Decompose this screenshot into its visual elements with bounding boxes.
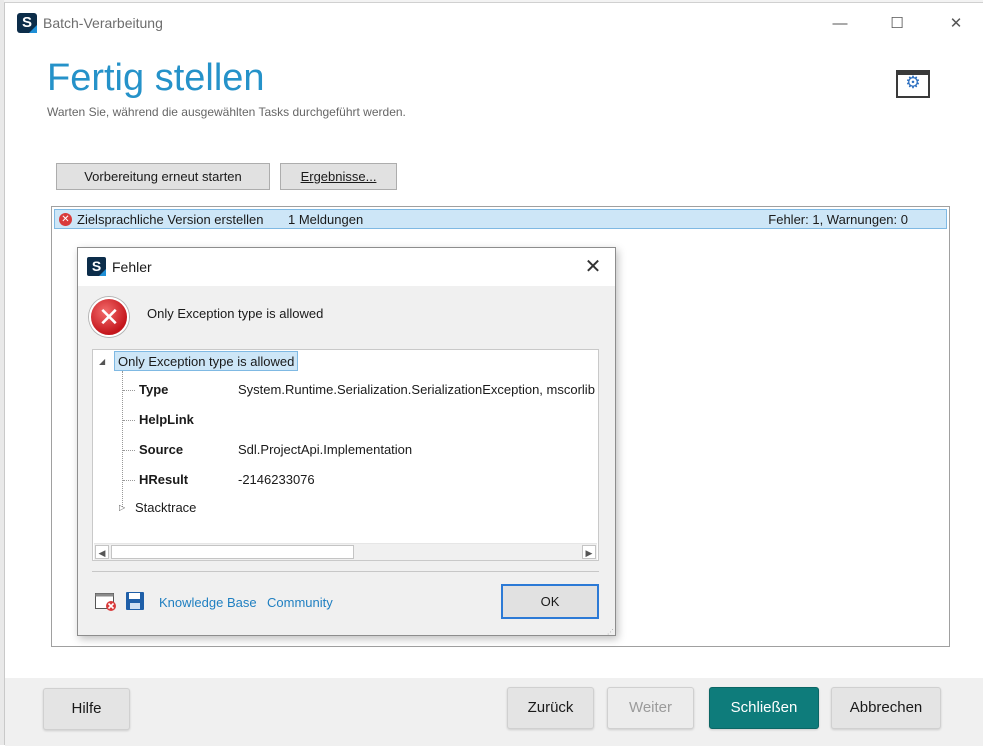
tree-root-node[interactable]: Only Exception type is allowed [114,351,299,371]
horizontal-scrollbar[interactable]: ◀ ▶ [94,543,597,560]
tree-branch [123,480,135,481]
scroll-right-icon[interactable]: ▶ [582,545,596,559]
stacktrace-node[interactable]: Stacktrace [135,500,196,515]
property-key: Source [139,442,184,457]
next-button[interactable]: Weiter [607,687,694,729]
dialog-titlebar [78,248,615,286]
page-subtitle: Warten Sie, während die ausgewählten Tas… [47,105,406,119]
property-value: System.Runtime.Serialization.Serializati… [238,382,595,397]
tree-guide-line [122,371,123,507]
property-value: Sdl.ProjectApi.Implementation [238,442,413,457]
results-button[interactable]: Ergebnisse... [280,163,397,190]
close-window-button[interactable]: ✕ [936,11,976,37]
property-value: -2146233076 [238,472,315,487]
clear-log-icon[interactable] [95,592,117,612]
exception-tree: ◢ Only Exception type is allowed Type Sy… [92,349,599,561]
restart-preparation-button[interactable]: Vorbereitung erneut starten [56,163,270,190]
property-key: HResult [139,472,189,487]
ok-button[interactable]: OK [501,584,599,619]
property-key: Type [139,382,169,397]
sdl-logo-icon: S [17,13,37,33]
task-status: Fehler: 1, Warnungen: 0 [768,212,908,227]
resize-grip-icon[interactable]: ⋰ [607,628,615,636]
dialog-close-button[interactable]: ✕ [580,254,606,280]
save-icon[interactable] [125,591,145,611]
expand-triangle-icon[interactable]: ▷ [119,503,125,512]
error-message: Only Exception type is allowed [147,306,324,321]
property-key: HelpLink [139,412,194,427]
dialog-separator [92,571,599,572]
maximize-button[interactable]: ☐ [877,11,917,37]
task-name: Zielsprachliche Version erstellen [77,212,264,227]
finish-close-button[interactable]: Schließen [709,687,819,729]
task-messages-count: 1 Meldungen [288,212,364,227]
tree-branch [123,420,135,421]
dialog-title: Fehler [112,259,152,275]
back-button[interactable]: Zurück [507,687,594,729]
error-icon: ✕ [59,213,72,226]
knowledge-base-link[interactable]: Knowledge Base [159,595,257,610]
tree-branch [123,390,135,391]
batch-settings-icon: ⚙ [896,70,930,98]
results-button-label: Ergebnisse... [300,169,377,184]
page-title: Fertig stellen [47,57,265,99]
error-dialog: S Fehler ✕ ✕ Only Exception type is allo… [77,247,616,636]
scroll-left-icon[interactable]: ◀ [95,545,109,559]
collapse-triangle-icon[interactable]: ◢ [99,357,105,366]
error-icon: ✕ [89,297,129,337]
tree-branch [123,450,135,451]
help-button[interactable]: Hilfe [43,688,130,730]
scroll-thumb[interactable] [111,545,354,559]
sdl-logo-icon: S [87,257,106,276]
cancel-button[interactable]: Abbrechen [831,687,941,729]
window-title: Batch-Verarbeitung [43,15,163,31]
minimize-button[interactable]: — [820,11,860,37]
community-link[interactable]: Community [267,595,333,610]
task-row[interactable]: ✕ Zielsprachliche Version erstellen 1 Me… [54,209,947,229]
